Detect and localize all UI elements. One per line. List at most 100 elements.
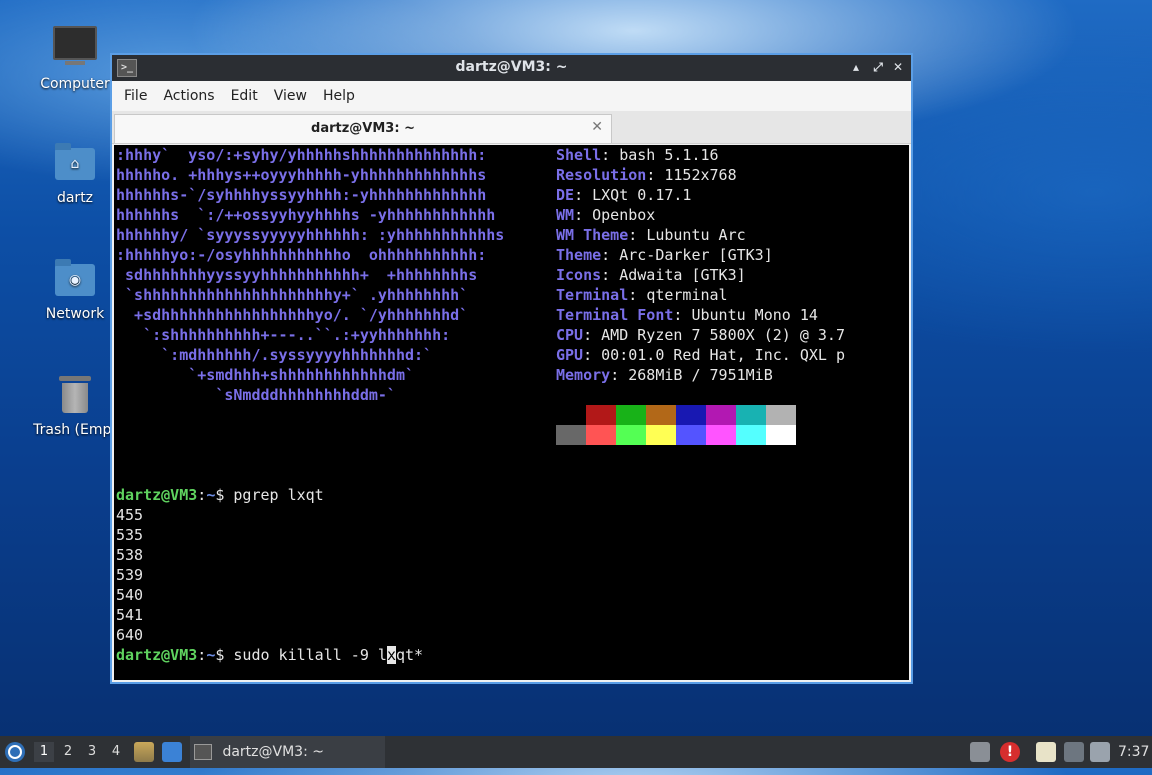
desktop-icon-home-folder[interactable]: ⌂ dartz [30, 140, 120, 206]
desktop-icon-label: Trash (Empt [33, 422, 117, 438]
info-key: DE [556, 186, 575, 204]
tab-terminal[interactable]: dartz@VM3: ~ ✕ [114, 114, 612, 143]
desktop-icon-trash[interactable]: Trash (Empt [30, 372, 120, 438]
update-alert-icon[interactable]: ! [1000, 742, 1020, 762]
palette-swatch [736, 405, 766, 425]
logo-line: `sNmdddhhhhhhhhddm-` [116, 386, 396, 404]
menu-edit[interactable]: Edit [223, 88, 266, 104]
output-line: 538 [116, 546, 144, 564]
output-line: 640 [116, 626, 144, 644]
desktop-icon-network[interactable]: ◉ Network [30, 256, 120, 322]
output-line: 540 [116, 586, 144, 604]
logo-line: `shhhhhhhhhhhhhhhhhhhhhy+` .yhhhhhhhh` [116, 286, 469, 304]
info-value: Openbox [592, 206, 656, 224]
trash-icon [53, 372, 97, 416]
logo-line: hhhhhhs `:/++ossyyhyyhhhhs -yhhhhhhhhhhh… [116, 206, 496, 224]
prompt-user: dartz@VM3 [116, 486, 198, 504]
prompt-path: ~ [206, 486, 216, 504]
maximize-button[interactable]: ⤢ [869, 58, 887, 76]
logo-line: :hhhhhyo:-/osyhhhhhhhhhhho ohhhhhhhhhhh: [116, 246, 487, 264]
info-key: GPU [556, 346, 584, 364]
prompt-path: ~ [206, 646, 216, 664]
clipboard-icon[interactable] [1036, 742, 1056, 762]
palette-swatch [646, 405, 676, 425]
taskbar-task-terminal[interactable]: dartz@VM3: ~ [190, 736, 385, 768]
palette-swatch [616, 425, 646, 445]
terminal-window: >_ dartz@VM3: ~ ▴ ⤢ ✕ File Actions Edit … [110, 53, 913, 684]
menu-file[interactable]: File [116, 88, 155, 104]
workspace-1[interactable]: 1 [34, 742, 54, 762]
logo-line: sdhhhhhhhyyssyyhhhhhhhhhhh+ +hhhhhhhhs [116, 266, 478, 284]
volume-icon[interactable] [1090, 742, 1110, 762]
info-line: Shell: bash 5.1.16 [556, 146, 719, 164]
palette-swatch [706, 425, 736, 445]
command-text: qt* [395, 646, 424, 664]
tab-close-icon[interactable]: ✕ [591, 119, 603, 135]
text-cursor: x [386, 646, 396, 664]
start-menu-button[interactable] [4, 736, 28, 768]
minimize-button[interactable]: ▴ [847, 58, 865, 76]
close-button[interactable]: ✕ [889, 58, 907, 76]
window-title: dartz@VM3: ~ [455, 59, 568, 75]
tab-label: dartz@VM3: ~ [311, 121, 415, 136]
logo-line: hhhhhhy/ `syyyssyyyyyhhhhhh: :yhhhhhhhhh… [116, 226, 505, 244]
home-folder-icon: ⌂ [53, 140, 97, 184]
workspace-4[interactable]: 4 [106, 742, 126, 762]
info-line: CPU: AMD Ryzen 7 5800X (2) @ 3.7 [556, 326, 845, 344]
computer-icon [53, 26, 97, 70]
clock[interactable]: 7:37 [1118, 736, 1149, 768]
info-value: LXQt 0.17.1 [592, 186, 692, 204]
info-line: Terminal: qterminal [556, 286, 728, 304]
info-line: Memory: 268MiB / 7951MiB [556, 366, 773, 384]
palette-swatch [586, 425, 616, 445]
palette-swatch [556, 405, 586, 425]
info-value: qterminal [646, 286, 728, 304]
network-tray-icon[interactable] [970, 742, 990, 762]
info-key: Icons [556, 266, 602, 284]
info-line: DE: LXQt 0.17.1 [556, 186, 692, 204]
menu-view[interactable]: View [266, 88, 315, 104]
palette-swatch [646, 425, 676, 445]
task-label: dartz@VM3: ~ [222, 744, 324, 760]
desktop-icon-label: dartz [56, 190, 94, 206]
lubuntu-logo-icon [5, 742, 25, 762]
palette-swatch [736, 425, 766, 445]
terminal-output[interactable]: :hhhy` yso/:+syhy/yhhhhhshhhhhhhhhhhhhh:… [114, 145, 909, 680]
color-palette [556, 405, 796, 445]
info-key: Theme [556, 246, 602, 264]
menu-bar: File Actions Edit View Help [112, 81, 911, 111]
network-folder-icon: ◉ [53, 256, 97, 300]
command-line-killall[interactable]: dartz@VM3:~$ sudo killall -9 lxqt* [116, 645, 423, 665]
terminal-task-icon [194, 744, 212, 760]
info-key: WM Theme [556, 226, 629, 244]
workspace-3[interactable]: 3 [82, 742, 102, 762]
info-value: 1152x768 [664, 166, 737, 184]
output-line: 539 [116, 566, 144, 584]
logo-line: hhhhho. +hhhys++oyyyhhhhh-yhhhhhhhhhhhhh… [116, 166, 487, 184]
info-key: Memory [556, 366, 611, 384]
output-line: 541 [116, 606, 144, 624]
palette-swatch [556, 425, 586, 445]
palette-swatch [706, 405, 736, 425]
palette-swatch [766, 405, 796, 425]
output-line: 455 [116, 506, 144, 524]
menu-actions[interactable]: Actions [155, 88, 222, 104]
info-value: Ubuntu Mono 14 [691, 306, 818, 324]
palette-swatch [676, 425, 706, 445]
show-desktop-icon[interactable] [162, 742, 182, 762]
info-key: Resolution [556, 166, 647, 184]
command-text: pgrep lxqt [233, 486, 324, 504]
output-line: 535 [116, 526, 144, 544]
window-titlebar[interactable]: >_ dartz@VM3: ~ ▴ ⤢ ✕ [112, 55, 911, 81]
desktop-icon-computer[interactable]: Computer [30, 22, 120, 92]
menu-help[interactable]: Help [315, 88, 363, 104]
logo-line: +sdhhhhhhhhhhhhhhhhhyo/. `/yhhhhhhhd` [116, 306, 469, 324]
info-line: Resolution: 1152x768 [556, 166, 737, 184]
bluetooth-icon[interactable] [1064, 742, 1084, 762]
palette-swatch [586, 405, 616, 425]
desktop-icon-label: Computer [40, 76, 110, 92]
file-manager-icon[interactable] [134, 742, 154, 762]
info-value: AMD Ryzen 7 5800X (2) @ 3.7 [601, 326, 845, 344]
workspace-2[interactable]: 2 [58, 742, 78, 762]
info-value: Lubuntu Arc [646, 226, 746, 244]
